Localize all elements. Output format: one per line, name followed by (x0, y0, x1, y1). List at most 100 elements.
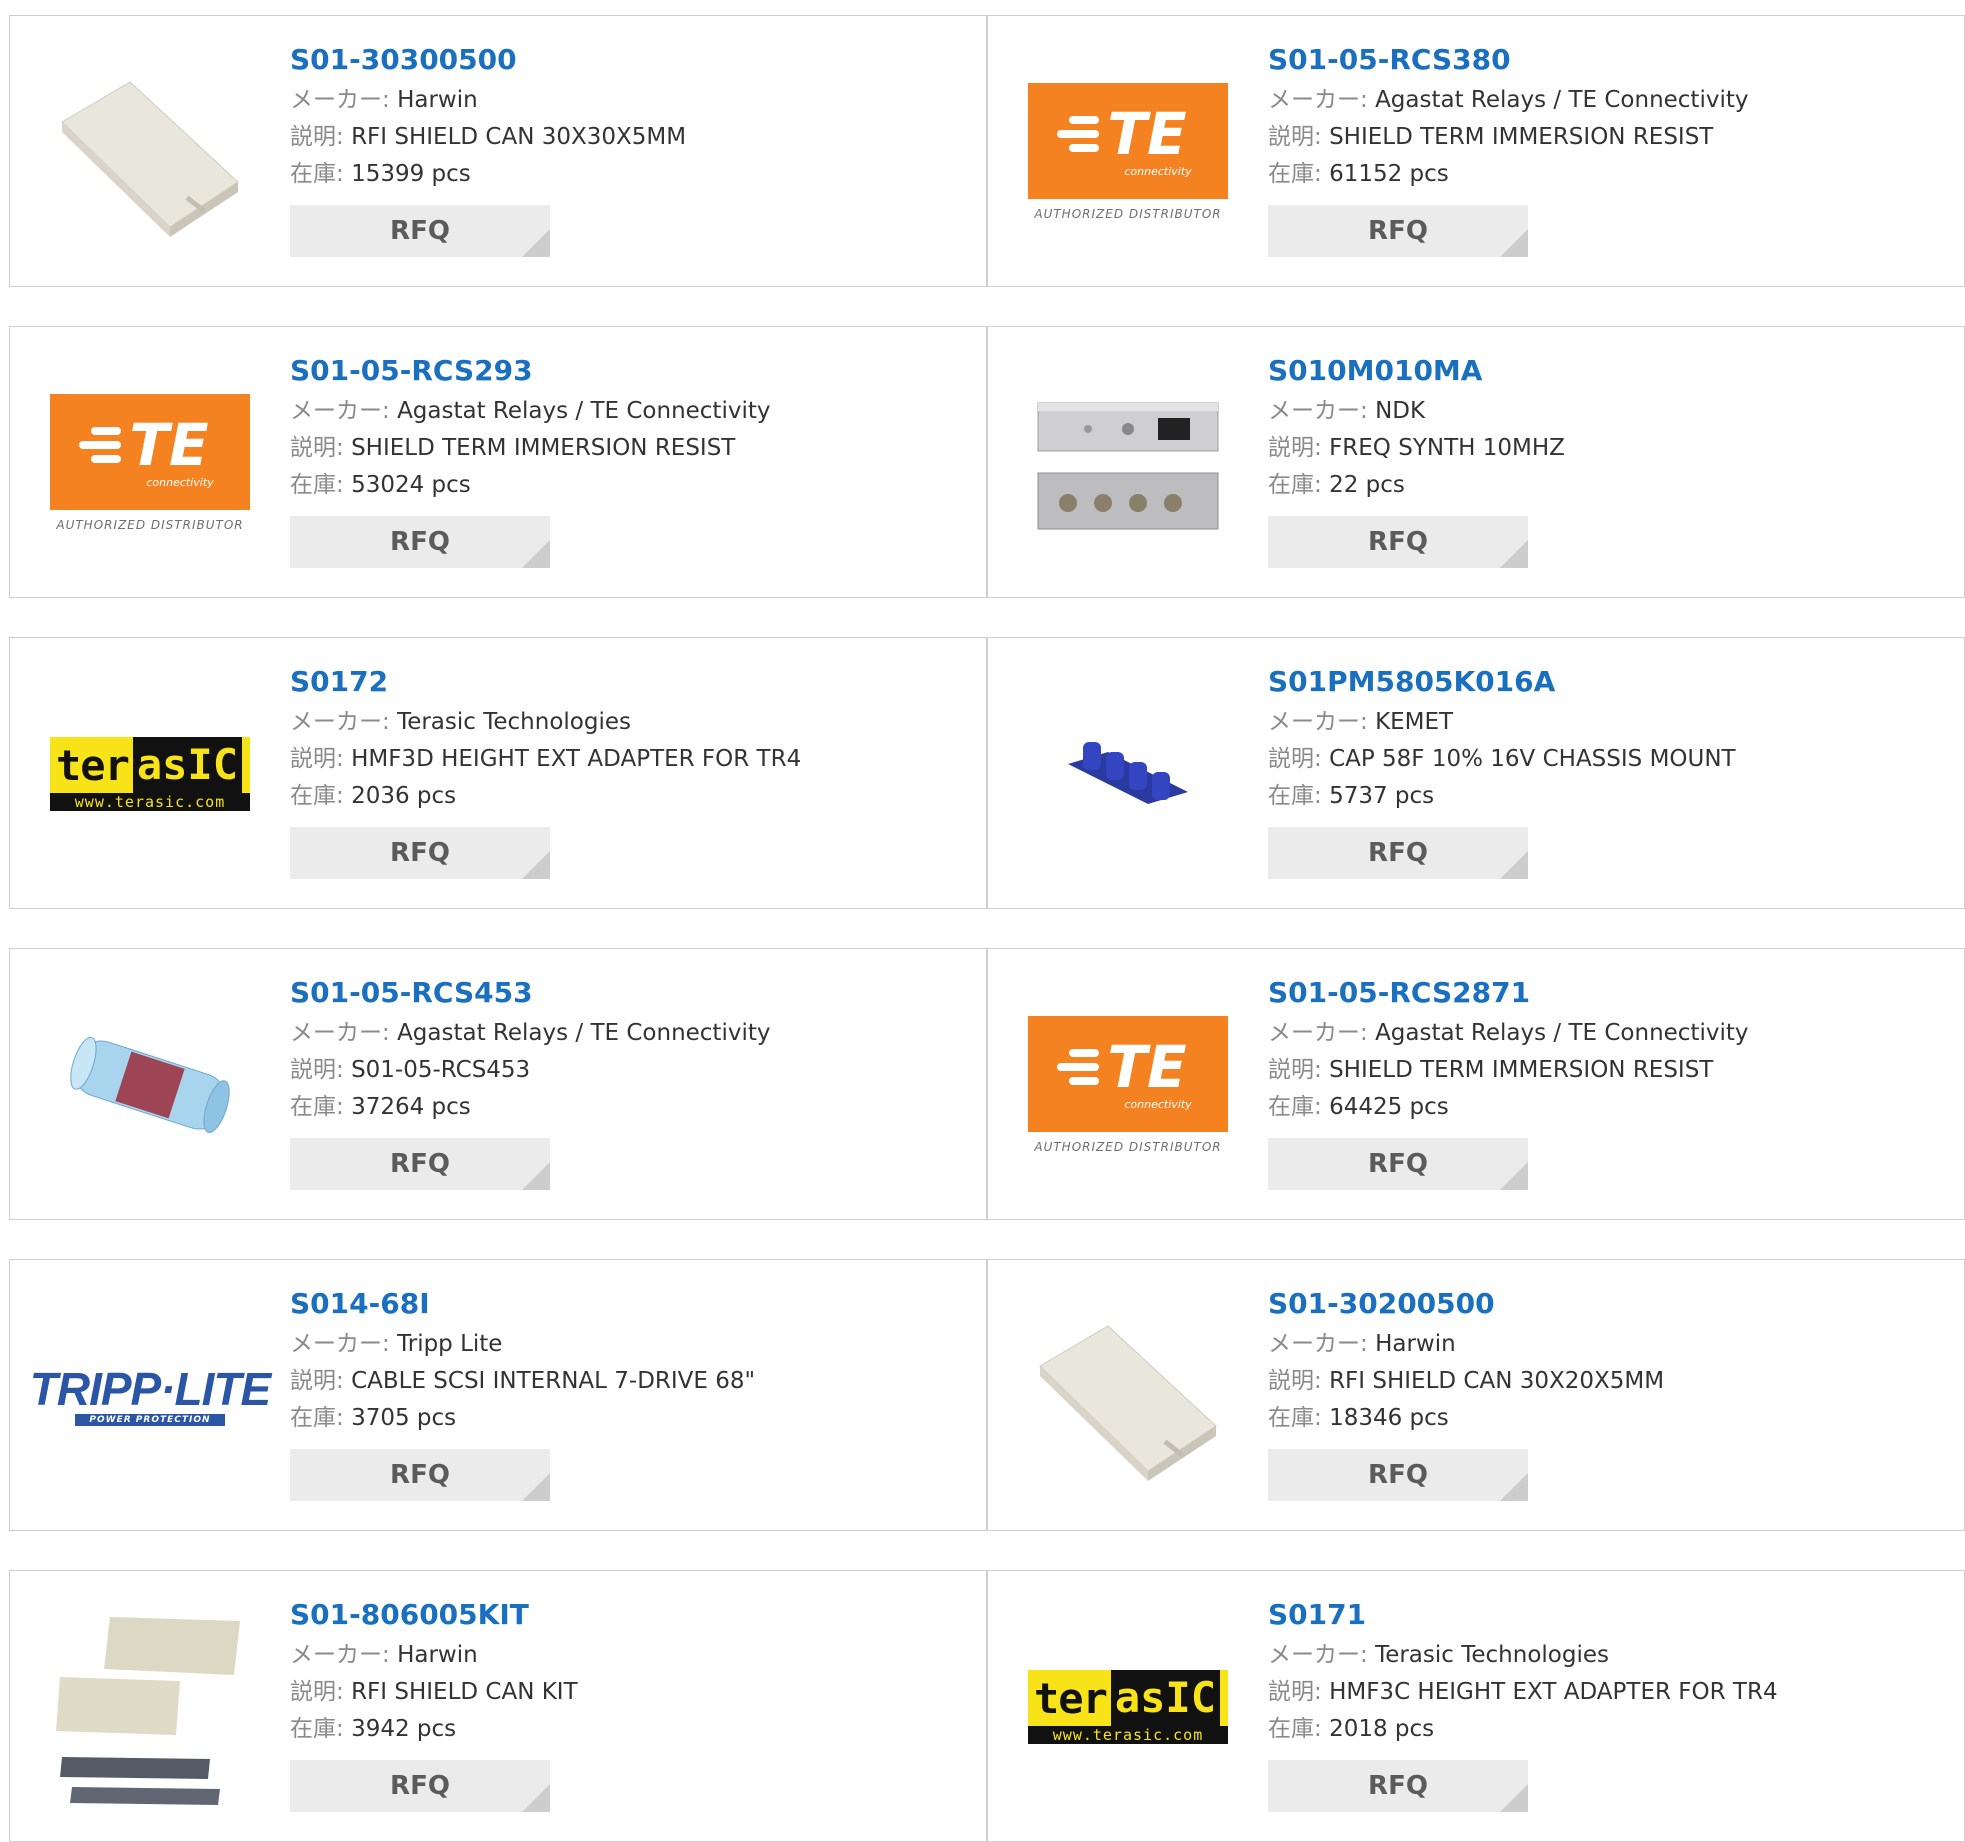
product-thumbnail[interactable] (50, 985, 250, 1185)
description-value: SHIELD TERM IMMERSION RESIST (1329, 1057, 1714, 1083)
description-row: 説明: SHIELD TERM IMMERSION RESIST (1268, 1052, 1748, 1089)
description-row: 説明: RFI SHIELD CAN 30X30X5MM (290, 119, 686, 156)
terasic-logo: ter asIC www.terasic.com (1028, 1670, 1228, 1744)
stock-value: 37264 pcs (351, 1094, 471, 1120)
maker-value: Tripp Lite (397, 1331, 503, 1357)
part-number-link[interactable]: S0172 (290, 662, 801, 702)
te-connectivity-logo: TE connectivity AUTHORIZED DISTRIBUTOR (1028, 1016, 1228, 1154)
part-number-link[interactable]: S0171 (1268, 1595, 1778, 1635)
rfq-label: RFQ (1368, 838, 1428, 868)
part-number-link[interactable]: S014-68I (290, 1284, 755, 1324)
description-row: 説明: FREQ SYNTH 10MHZ (1268, 430, 1565, 467)
maker-value: Terasic Technologies (1375, 1642, 1609, 1668)
description-label: 説明: (290, 435, 344, 461)
stock-label: 在庫: (290, 161, 344, 187)
shield-can-image (61, 81, 239, 237)
rfq-button[interactable]: RFQ (1268, 516, 1528, 568)
description-value: CABLE SCSI INTERNAL 7-DRIVE 68" (351, 1368, 756, 1394)
rfq-label: RFQ (1368, 216, 1428, 246)
rfq-button[interactable]: RFQ (1268, 1449, 1528, 1501)
stock-label: 在庫: (290, 1405, 344, 1431)
maker-label: メーカー: (290, 87, 390, 113)
stock-value: 64425 pcs (1329, 1094, 1449, 1120)
product-card: S01-05-RCS453 メーカー: Agastat Relays / TE … (9, 948, 987, 1220)
rfq-button[interactable]: RFQ (290, 1138, 550, 1190)
rfq-button[interactable]: RFQ (290, 1449, 550, 1501)
stock-label: 在庫: (1268, 1405, 1322, 1431)
rfq-button[interactable]: RFQ (290, 516, 550, 568)
part-number-link[interactable]: S01-05-RCS453 (290, 973, 770, 1013)
maker-row: メーカー: Harwin (290, 1637, 578, 1674)
stock-label: 在庫: (1268, 472, 1322, 498)
maker-row: メーカー: Agastat Relays / TE Connectivity (1268, 82, 1748, 119)
stock-value: 3705 pcs (351, 1405, 457, 1431)
maker-row: メーカー: NDK (1268, 393, 1565, 430)
maker-value: Agastat Relays / TE Connectivity (397, 1020, 771, 1046)
part-number-link[interactable]: S010M010MA (1268, 351, 1565, 391)
rfq-label: RFQ (390, 216, 450, 246)
maker-label: メーカー: (1268, 87, 1368, 113)
part-number-link[interactable]: S01-806005KIT (290, 1595, 578, 1635)
part-number-link[interactable]: S01-30300500 (290, 40, 686, 80)
maker-label: メーカー: (290, 709, 390, 735)
part-number-link[interactable]: S01PM5805K016A (1268, 662, 1736, 702)
product-card: TRIPP·LITE POWER PROTECTION S014-68I メーカ… (9, 1259, 987, 1531)
rfq-label: RFQ (1368, 1460, 1428, 1490)
tube-image (70, 1037, 230, 1133)
part-number-link[interactable]: S01-30200500 (1268, 1284, 1664, 1324)
product-thumbnail[interactable]: TRIPP·LITE POWER PROTECTION (30, 1296, 271, 1496)
product-thumbnail[interactable] (50, 1607, 250, 1807)
product-thumbnail[interactable] (1028, 1296, 1228, 1496)
description-row: 説明: RFI SHIELD CAN KIT (290, 1674, 578, 1711)
maker-label: メーカー: (290, 1331, 390, 1357)
stock-value: 15399 pcs (351, 161, 471, 187)
rfq-button[interactable]: RFQ (1268, 827, 1528, 879)
stock-row: 在庫: 3942 pcs (290, 1711, 578, 1748)
maker-row: メーカー: Tripp Lite (290, 1326, 755, 1363)
product-thumbnail[interactable]: TE connectivity AUTHORIZED DISTRIBUTOR (1028, 52, 1228, 252)
product-thumbnail[interactable] (50, 52, 250, 252)
stock-value: 61152 pcs (1329, 161, 1449, 187)
stock-row: 在庫: 5737 pcs (1268, 778, 1736, 815)
product-thumbnail[interactable]: TE connectivity AUTHORIZED DISTRIBUTOR (50, 363, 250, 563)
shield-kit-image (56, 1617, 240, 1805)
corner-triangle-icon (522, 851, 550, 879)
rfq-button[interactable]: RFQ (290, 1760, 550, 1812)
rfq-button[interactable]: RFQ (290, 827, 550, 879)
stock-label: 在庫: (1268, 783, 1322, 809)
product-thumbnail[interactable]: ter asIC www.terasic.com (50, 674, 250, 874)
stock-label: 在庫: (290, 1716, 344, 1742)
product-thumbnail[interactable] (1028, 674, 1228, 874)
part-number-link[interactable]: S01-05-RCS2871 (1268, 973, 1748, 1013)
capacitor-image (1068, 742, 1188, 804)
rfq-button[interactable]: RFQ (1268, 205, 1528, 257)
rfq-button[interactable]: RFQ (1268, 1138, 1528, 1190)
product-card: S01PM5805K016A メーカー: KEMET 説明: CAP 58F 1… (987, 637, 1965, 909)
rfq-button[interactable]: RFQ (290, 205, 550, 257)
te-connectivity-logo: TE connectivity AUTHORIZED DISTRIBUTOR (50, 394, 250, 532)
description-label: 説明: (290, 746, 344, 772)
maker-value: KEMET (1375, 709, 1454, 735)
part-number-link[interactable]: S01-05-RCS380 (1268, 40, 1748, 80)
rfq-button[interactable]: RFQ (1268, 1760, 1528, 1812)
description-row: 説明: S01-05-RCS453 (290, 1052, 770, 1089)
stock-label: 在庫: (1268, 1716, 1322, 1742)
description-label: 説明: (1268, 1057, 1322, 1083)
description-value: CAP 58F 10% 16V CHASSIS MOUNT (1329, 746, 1736, 772)
stock-row: 在庫: 61152 pcs (1268, 156, 1748, 193)
corner-triangle-icon (1500, 851, 1528, 879)
te-connectivity-logo: TE connectivity AUTHORIZED DISTRIBUTOR (1028, 83, 1228, 221)
stock-row: 在庫: 2036 pcs (290, 778, 801, 815)
product-card: TE connectivity AUTHORIZED DISTRIBUTOR S… (987, 15, 1965, 287)
product-thumbnail[interactable]: ter asIC www.terasic.com (1028, 1607, 1228, 1807)
maker-label: メーカー: (1268, 709, 1368, 735)
product-thumbnail[interactable]: TE connectivity AUTHORIZED DISTRIBUTOR (1028, 985, 1228, 1185)
product-card: S01-30300500 メーカー: Harwin 説明: RFI SHIELD… (9, 15, 987, 287)
description-label: 説明: (1268, 124, 1322, 150)
description-label: 説明: (1268, 1368, 1322, 1394)
corner-triangle-icon (1500, 1162, 1528, 1190)
maker-row: メーカー: Harwin (1268, 1326, 1664, 1363)
part-number-link[interactable]: S01-05-RCS293 (290, 351, 770, 391)
corner-triangle-icon (522, 1162, 550, 1190)
product-thumbnail[interactable] (1028, 363, 1228, 563)
